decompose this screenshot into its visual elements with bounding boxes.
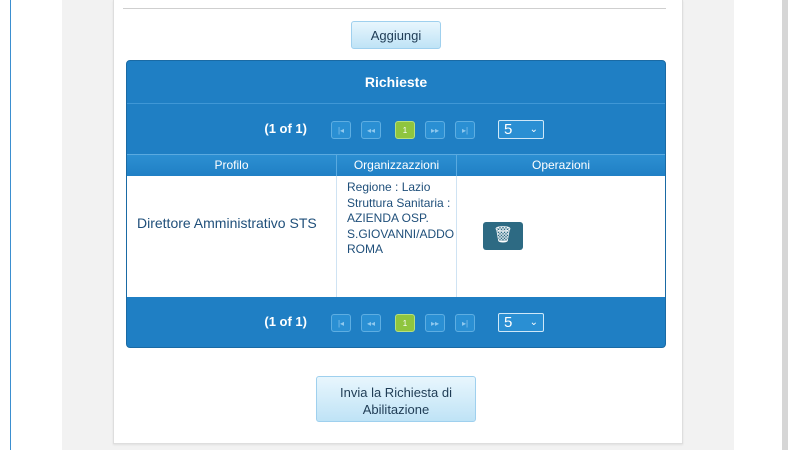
right-margin — [734, 0, 782, 450]
prev-page-button[interactable]: ◂◂ — [361, 121, 381, 139]
paginator-bottom: (1 of 1) |◂ ◂◂ 1 ▸▸ ▸| 5 ⌄ — [127, 297, 665, 347]
first-page-button[interactable]: |◂ — [331, 121, 351, 139]
divider — [123, 8, 666, 9]
requests-panel: Richieste (1 of 1) |◂ ◂◂ 1 ▸▸ ▸| 5 ⌄ Pro… — [126, 60, 666, 348]
chevron-down-icon: ⌄ — [529, 317, 538, 328]
next-page-button[interactable]: ▸▸ — [425, 314, 445, 332]
panel-title: Richieste — [127, 61, 665, 104]
left-margin — [11, 0, 62, 450]
rows-per-page-select[interactable]: 5 ⌄ — [498, 313, 544, 332]
table-row: Direttore Amministrativo STS Regione : L… — [127, 176, 665, 297]
cell-profilo: Direttore Amministrativo STS — [127, 176, 337, 297]
next-page-button[interactable]: ▸▸ — [425, 121, 445, 139]
add-button[interactable]: Aggiungi — [351, 21, 441, 49]
page-1-button[interactable]: 1 — [395, 314, 415, 332]
trash-icon: 🗑 — [492, 227, 514, 244]
table-header: Profilo Organizzazzioni Operazioni — [127, 154, 665, 177]
chevron-down-icon: ⌄ — [529, 124, 538, 135]
page-count: (1 of 1) — [264, 314, 307, 329]
rows-per-page-select[interactable]: 5 ⌄ — [498, 120, 544, 139]
last-page-button[interactable]: ▸| — [455, 314, 475, 332]
column-header-operazioni[interactable]: Operazioni — [457, 155, 665, 177]
rows-per-page-value: 5 — [504, 121, 513, 138]
page-count: (1 of 1) — [264, 121, 307, 136]
first-page-button[interactable]: |◂ — [331, 314, 351, 332]
requests-table: Profilo Organizzazzioni Operazioni Diret… — [127, 154, 665, 297]
cell-organizzazioni: Regione : Lazio Struttura Sanitaria : AZ… — [337, 176, 457, 297]
column-header-profilo[interactable]: Profilo — [127, 155, 337, 177]
cell-operazioni: 🗑 — [457, 176, 665, 297]
column-header-organizzazioni[interactable]: Organizzazzioni — [337, 155, 457, 177]
last-page-button[interactable]: ▸| — [455, 121, 475, 139]
paginator-top: (1 of 1) |◂ ◂◂ 1 ▸▸ ▸| 5 ⌄ — [127, 104, 665, 154]
submit-request-button[interactable]: Invia la Richiesta di Abilitazione — [316, 376, 476, 422]
page-1-button[interactable]: 1 — [395, 121, 415, 139]
delete-button[interactable]: 🗑 — [483, 222, 523, 250]
scrollbar[interactable] — [782, 0, 788, 450]
prev-page-button[interactable]: ◂◂ — [361, 314, 381, 332]
rows-per-page-value: 5 — [504, 314, 513, 331]
